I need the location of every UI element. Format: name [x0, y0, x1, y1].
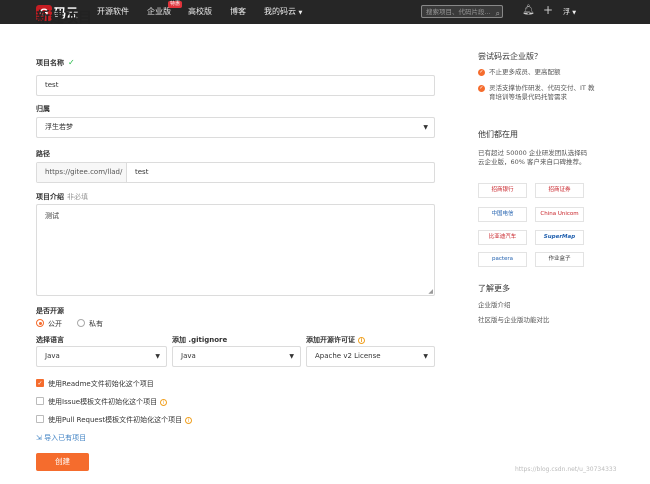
description-label: 项目介绍 非必填: [36, 192, 88, 202]
brand-logo: 中国电信: [478, 207, 527, 222]
top-nav: G 码云 开源软件 企业版 特惠 高校版 博客 我的码云 ▼ 搜索项目、代码片段…: [0, 0, 650, 24]
user-avatar: 浮: [563, 8, 570, 16]
caret-down-icon: ▼: [289, 353, 294, 360]
using-title: 他们都在用: [478, 130, 518, 139]
caret-down-icon: ▼: [155, 353, 160, 360]
readme-label[interactable]: 使用Readme文件初始化这个项目: [48, 379, 154, 389]
gitignore-label: 添加 .gitignore: [172, 336, 228, 344]
private-radio[interactable]: [77, 319, 85, 327]
public-radio[interactable]: [36, 319, 44, 327]
chevron-down-icon: ▼: [572, 10, 577, 16]
visibility-label: 是否开源: [36, 307, 64, 315]
chevron-down-icon: ▼: [298, 10, 303, 16]
brand-logo: 招商证券: [535, 183, 584, 198]
try-item-text: 不止更多成员、更高配额: [489, 68, 561, 76]
watermark: https://blog.csdn.net/u_30734333: [515, 466, 617, 473]
check-circle-icon: ✓: [478, 69, 485, 76]
language-label: 选择语言: [36, 336, 64, 344]
name-label: 项目名称 ✓: [36, 58, 75, 68]
readme-checkbox[interactable]: ✓: [36, 379, 44, 387]
page-title: 新建项目: [36, 10, 92, 26]
language-value: Java: [45, 352, 60, 360]
language-select[interactable]: Java ▼: [36, 346, 167, 367]
search-placeholder: 搜索项目、代码片段...: [426, 8, 491, 16]
check-icon: ✓: [68, 58, 75, 67]
check-circle-icon: ✓: [478, 85, 485, 92]
license-select[interactable]: Apache v2 License ▼: [306, 346, 435, 367]
path-label: 路径: [36, 150, 50, 158]
gitignore-value: Java: [181, 352, 196, 360]
description-label-text: 项目介绍: [36, 193, 64, 201]
using-desc: 已有超过 50000 企业研发团队选择码云企业版，60% 客户来自口碑推荐。: [478, 149, 588, 166]
resize-handle-icon[interactable]: ◢: [428, 288, 433, 295]
issue-label-text: 使用Issue模板文件初始化这个项目: [48, 398, 158, 406]
search-input[interactable]: 搜索项目、代码片段... ⌕: [421, 5, 503, 18]
issue-label[interactable]: 使用Issue模板文件初始化这个项目 i: [48, 397, 168, 407]
brand-logo: China Unicom: [535, 207, 584, 222]
optional-hint: 非必填: [67, 193, 88, 201]
name-label-text: 项目名称: [36, 59, 64, 67]
user-menu[interactable]: 浮 ▼: [563, 0, 576, 25]
pr-checkbox[interactable]: [36, 415, 44, 423]
nav-open-source[interactable]: 开源软件: [97, 0, 129, 24]
try-item-text: 灵活支撑协作研发、代码交付、IT 教育培训等场景代码托管需求: [489, 84, 595, 101]
project-name-value: test: [45, 81, 59, 89]
import-project-link[interactable]: ⇲ 导入已有项目: [36, 433, 86, 443]
private-label[interactable]: 私有: [89, 319, 103, 329]
search-icon[interactable]: ⌕: [496, 7, 500, 20]
import-project-label: 导入已有项目: [44, 434, 87, 442]
caret-down-icon: ▼: [423, 124, 428, 131]
pr-label[interactable]: 使用Pull Request模板文件初始化这个项目 i: [48, 415, 193, 425]
owner-label: 归属: [36, 105, 50, 113]
info-icon[interactable]: i: [160, 398, 168, 406]
create-button[interactable]: 创建: [36, 453, 89, 471]
hot-badge: 特惠: [168, 1, 183, 8]
enterprise-intro-link[interactable]: 企业版介绍: [478, 301, 511, 310]
license-label: 添加开源许可证 i: [306, 335, 365, 345]
description-textarea[interactable]: 测试 ◢: [36, 204, 435, 296]
path-prefix: https://gitee.com/llad/: [37, 163, 127, 182]
license-value: Apache v2 License: [315, 352, 381, 360]
try-item: ✓ 不止更多成员、更高配额: [478, 68, 599, 77]
try-enterprise-title: 尝试码云企业版？: [478, 52, 542, 61]
project-name-input[interactable]: test: [36, 75, 435, 96]
info-icon[interactable]: i: [358, 336, 365, 344]
license-label-text: 添加开源许可证: [306, 336, 355, 344]
caret-down-icon: ▼: [423, 353, 428, 360]
learn-more-title: 了解更多: [478, 284, 510, 293]
owner-select[interactable]: 浮生若梦 ▼: [36, 117, 435, 138]
nav-my-gitee[interactable]: 我的码云 ▼: [264, 0, 302, 24]
nav-university[interactable]: 高校版: [188, 0, 212, 24]
pr-label-text: 使用Pull Request模板文件初始化这个项目: [48, 416, 183, 424]
bell-icon[interactable]: 🔔︎: [522, 5, 535, 16]
brand-logo: 招商银行: [478, 183, 527, 198]
gitignore-select[interactable]: Java ▼: [172, 346, 301, 367]
description-value: 测试: [45, 212, 59, 220]
brand-logo: 作业盒子: [535, 252, 584, 267]
import-icon: ⇲: [36, 434, 42, 442]
brand-logo: pactera: [478, 252, 527, 267]
nav-blog[interactable]: 博客: [230, 0, 246, 24]
try-item: ✓ 灵活支撑协作研发、代码交付、IT 教育培训等场景代码托管需求: [478, 84, 599, 102]
issue-checkbox[interactable]: [36, 397, 44, 405]
brand-logo: 比亚迪汽车: [478, 230, 527, 245]
info-icon[interactable]: i: [185, 416, 193, 424]
path-input[interactable]: https://gitee.com/llad/ test: [36, 162, 435, 183]
nav-my-gitee-label: 我的码云: [264, 7, 296, 16]
public-label[interactable]: 公开: [48, 319, 62, 329]
owner-value: 浮生若梦: [45, 123, 73, 131]
path-value: test: [135, 168, 149, 176]
brand-logo: SuperMap: [535, 230, 584, 245]
compare-link[interactable]: 社区版与企业版功能对比: [478, 316, 550, 325]
plus-icon[interactable]: +: [543, 3, 553, 17]
